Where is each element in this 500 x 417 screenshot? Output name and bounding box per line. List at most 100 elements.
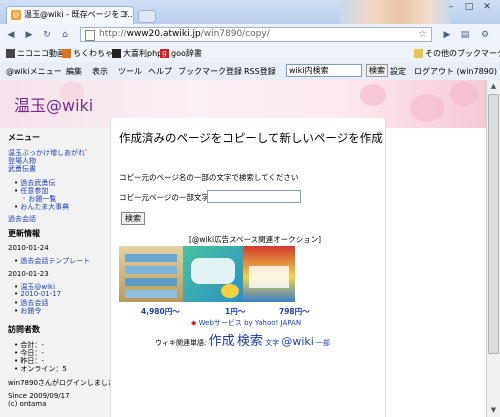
bookmarks-bar: ニコニコ動画 ちくわちゃん 大喜利php g goo辞書 その他のブックマーク <box>0 46 500 63</box>
sidebar-link[interactable]: お題令 <box>20 307 41 315</box>
bookmark-favicon-icon <box>62 49 71 58</box>
ad-space <box>119 246 295 302</box>
field-label: コピー元ページの一部文字 <box>119 193 209 202</box>
tv-icon <box>6 49 15 58</box>
scroll-thumb[interactable] <box>488 94 499 354</box>
navigation-bar: ◀ ▶ ↻ ⌂ http://www20.atwiki.jp/win7890/c… <box>0 24 500 47</box>
sidebar-link[interactable]: 過去会話テンプレート <box>20 257 90 265</box>
tab-close-icon[interactable]: ✕ <box>122 9 129 18</box>
browser-tab[interactable]: @ 温玉@wiki - 既存ページをコ... ✕ <box>6 6 134 24</box>
main-content: 作成済みのページをコピーして新しいページを作成 コピー元のページ名の一部の文字で… <box>110 118 386 417</box>
related-word[interactable]: 一部 <box>316 339 330 347</box>
minimize-icon[interactable]: – <box>442 2 460 12</box>
window-controls: – □ ✕ <box>442 2 496 12</box>
tab-title: 温玉@wiki - 既存ページをコ... <box>24 10 134 19</box>
related-words: ウィキ関連単語: 作成 検索 文字 @wiki 一部 <box>155 330 330 349</box>
wiki-search-button[interactable]: 検索 <box>366 64 388 77</box>
folder-icon <box>414 49 423 58</box>
bookmark-star-icon[interactable]: ☆ <box>418 28 427 41</box>
maximize-icon[interactable]: □ <box>460 2 478 12</box>
update-date: 2010-01-23 <box>8 270 49 278</box>
ad-price[interactable]: 4,980円～ <box>141 306 180 317</box>
update-date: 2010-01-24 <box>8 244 49 252</box>
forward-icon[interactable]: ▶ <box>22 28 36 42</box>
page-title: 作成済みのページをコピーして新しいページを作成 <box>119 131 383 145</box>
page-scrollbar[interactable]: ▲ ▼ <box>486 80 500 417</box>
close-window-icon[interactable]: ✕ <box>478 2 496 12</box>
menu-atwiki[interactable]: @wikiメニュー <box>6 66 62 77</box>
yahoo-icon: ◆ <box>191 319 197 327</box>
related-word[interactable]: @wiki <box>281 335 313 348</box>
address-bar[interactable]: http://www20.atwiki.jp/win7890/copy/ ☆ <box>80 27 432 42</box>
sidebar-link[interactable]: おんたま大事典 <box>20 203 69 211</box>
ad-image-product3[interactable] <box>243 246 295 302</box>
bookmark-label: 大喜利php <box>123 49 163 58</box>
visitor-count: • オンライン：5 <box>14 365 67 373</box>
copyright: (c) ontama <box>8 400 47 408</box>
sidebar-link[interactable]: 武勇伝書 <box>8 164 36 174</box>
menu-heading: メニュー <box>8 133 40 142</box>
ad-price[interactable]: 1円～ <box>225 306 245 317</box>
visitor-online: オンライン：5 <box>20 365 67 373</box>
other-bookmarks-label: その他のブックマーク <box>425 49 500 58</box>
wiki-search-input[interactable] <box>286 64 362 77</box>
menu-bookmark[interactable]: ブックマーク登録 <box>178 66 242 77</box>
copy-source-input[interactable] <box>207 190 301 203</box>
settings-link[interactable]: 設定 <box>390 66 406 77</box>
ad-image-product1[interactable] <box>119 246 183 302</box>
tab-favicon-icon: @ <box>11 9 21 20</box>
menu-tools[interactable]: ツール <box>118 66 142 77</box>
flower-decoration <box>360 84 386 106</box>
list-item: • 過去会話テンプレート <box>14 257 91 265</box>
bookmark-favicon-icon: g <box>160 49 169 58</box>
bookmark-goo[interactable]: g goo辞書 <box>160 48 202 59</box>
page-menu-icon[interactable]: ▤ <box>458 28 472 42</box>
bookmark-nicovideo[interactable]: ニコニコ動画 <box>6 48 65 59</box>
new-tab-button[interactable] <box>138 10 156 23</box>
menu-rss[interactable]: RSS登録 <box>244 66 276 77</box>
list-item: • おんたま大事典 <box>14 203 70 211</box>
ad-price[interactable]: 798円～ <box>279 306 310 317</box>
ad-image-product2[interactable] <box>183 246 243 302</box>
related-word[interactable]: 検索 <box>237 334 263 349</box>
sidebar-link[interactable]: 2010-01-17 <box>20 290 61 298</box>
bookmark-favicon-icon <box>112 49 121 58</box>
go-icon[interactable]: ▶ <box>440 28 454 42</box>
url-host: www20.atwiki.jp <box>126 29 201 39</box>
bookmark-label: goo辞書 <box>171 49 202 58</box>
page-icon <box>85 30 95 41</box>
flower-decoration <box>410 94 444 122</box>
list-item: • お題令 <box>14 307 42 315</box>
site-title[interactable]: 温玉@wiki <box>14 92 93 116</box>
menu-view[interactable]: 表示 <box>92 66 108 77</box>
instruction-text: コピー元のページ名の一部の文字で検索してください <box>119 173 299 182</box>
menu-edit[interactable]: 編集 <box>66 66 82 77</box>
wiki-menu-bar: @wikiメニュー 編集 表示 ツール ヘルプ ブックマーク登録 RSS登録 検… <box>0 62 500 81</box>
bookmark-label: ニコニコ動画 <box>17 49 65 58</box>
visitors-heading: 訪問者数 <box>8 325 40 334</box>
since-text: Since 2009/09/17 <box>8 392 70 400</box>
reload-icon[interactable]: ↻ <box>40 28 54 42</box>
wrench-icon[interactable]: ⚙ <box>478 28 492 42</box>
browser-titlebar: @ 温玉@wiki - 既存ページをコ... ✕ – □ ✕ <box>0 0 500 24</box>
related-word[interactable]: 作成 <box>209 334 235 349</box>
flower-decoration <box>450 82 478 106</box>
other-bookmarks[interactable]: その他のブックマーク <box>414 48 500 59</box>
list-item: • 2010-01-17 <box>14 290 62 298</box>
search-button[interactable]: 検索 <box>121 212 145 225</box>
scroll-up-icon[interactable]: ▲ <box>487 80 500 93</box>
related-word[interactable]: 文字 <box>265 339 279 347</box>
logout-link[interactable]: ログアウト (win7890) <box>414 66 497 77</box>
updates-heading: 更新情報 <box>8 229 40 238</box>
sidebar: メニュー 温玉ぶっかけ増しあがれﾟ 登場人物 武勇伝書 • 過去武勇伝 • 任意… <box>0 128 122 417</box>
bookmark-oogiri[interactable]: 大喜利php <box>112 48 162 59</box>
yahoo-credit-link[interactable]: ◆ Webサービス by Yahoo! JAPAN <box>191 318 301 328</box>
ad-heading: [@wiki広告スペース関連オークション] <box>189 235 322 244</box>
scroll-down-icon[interactable]: ▼ <box>487 404 500 417</box>
related-label: ウィキ関連単語: <box>155 339 207 347</box>
sidebar-link[interactable]: 過去会話 <box>8 214 36 224</box>
home-icon[interactable]: ⌂ <box>58 28 72 42</box>
yahoo-link-text: Webサービス by Yahoo! JAPAN <box>198 319 302 327</box>
back-icon[interactable]: ◀ <box>4 28 18 42</box>
menu-help[interactable]: ヘルプ <box>148 66 172 77</box>
